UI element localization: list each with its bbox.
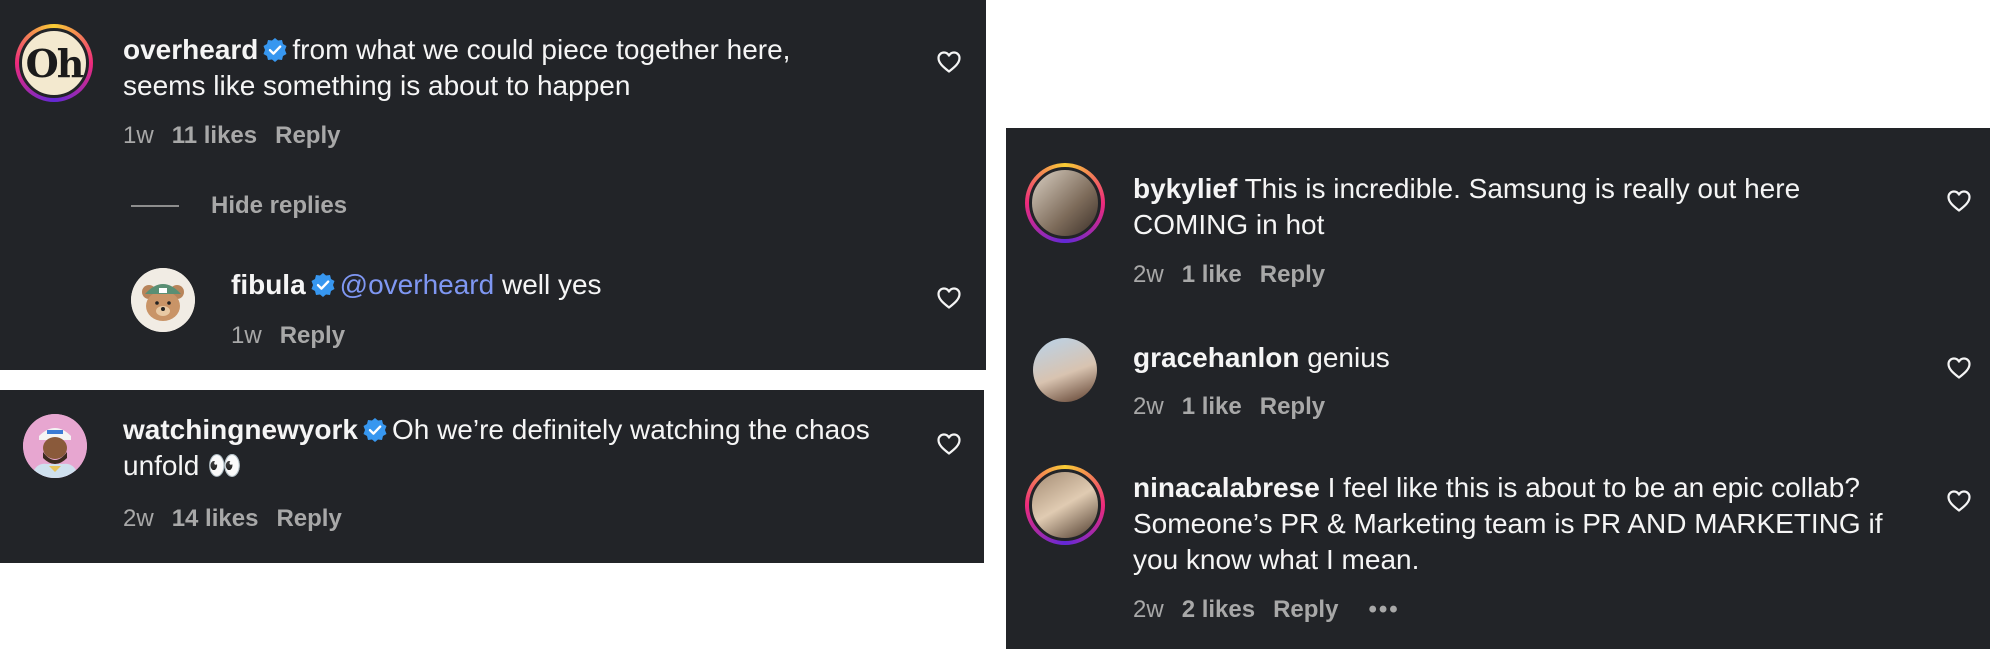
comment-body: gracehanlon genius [1133,340,1913,376]
reply-button[interactable]: Reply [1260,393,1325,420]
heart-outline-icon[interactable] [1947,357,1971,379]
likes-count[interactable]: 1 like [1182,393,1242,420]
heart-outline-icon[interactable] [937,287,961,309]
comment-text-line3: you know what I mean. [1133,544,1420,575]
reply-body: fibula @overheard well yes [231,267,911,303]
comment-list-right: bykylief This is incredible. Samsung is … [1006,128,1990,649]
comment-time: 1w [123,122,154,149]
comment-text-line2: COMING in hot [1133,209,1325,240]
reply-meta: 1w Reply [231,322,363,350]
heart-outline-icon[interactable] [1947,490,1971,512]
comment-meta: 2w 1 like Reply [1133,261,1343,289]
likes-count[interactable]: 11 likes [172,122,257,149]
comment-username[interactable]: bykylief [1133,173,1237,204]
comment-meta: 2w 1 like Reply [1133,393,1343,421]
comment-text-line2: Someone’s PR & Marketing team is PR AND … [1133,508,1883,539]
heart-outline-icon[interactable] [1947,190,1971,212]
divider-line [131,205,179,207]
comment-body: watchingnewyork Oh we’re definitely watch… [123,412,883,484]
bear-avatar-icon [131,268,195,332]
comment-time: 2w [1133,596,1164,623]
comment-text-line2: seems like something is about to happen [123,70,631,101]
reply-button[interactable]: Reply [275,122,340,149]
reply-button[interactable]: Reply [1260,261,1325,288]
avatar[interactable] [23,414,87,478]
comment-time: 2w [1133,261,1164,288]
mention-link[interactable]: @overheard [340,269,495,300]
comment-meta: 2w 14 likes Reply [123,505,360,533]
reply-button[interactable]: Reply [1273,596,1338,623]
reply-username[interactable]: fibula [231,269,306,300]
likes-count[interactable]: 2 likes [1182,596,1255,623]
comment-username[interactable]: overheard [123,34,258,65]
likes-count[interactable]: 1 like [1182,261,1242,288]
avatar[interactable] [1025,465,1105,545]
reply-button[interactable]: Reply [276,505,341,532]
hide-replies-button[interactable]: Hide replies [211,192,347,220]
avatar-logo-text: Oh [25,41,85,86]
comment-time: 2w [1133,393,1164,420]
comment-text-line2: unfold 👀 [123,450,242,481]
comment-body: ninacalabrese I feel like this is about … [1133,470,1933,578]
comment-text: genius [1307,342,1390,373]
verified-badge-icon [262,37,288,63]
comment-time: 2w [123,505,154,532]
comment-body: overheard from what we could piece togeth… [123,32,843,104]
avatar[interactable]: Oh [15,24,93,102]
comment-meta: 1w 11 likes Reply [123,122,358,150]
comment-text: from what we could piece together here, [292,34,791,65]
reply-time: 1w [231,322,262,349]
reply-button[interactable]: Reply [280,322,345,349]
comment-meta: 2w 2 likes Reply ••• [1133,596,1418,624]
reply-text: well yes [501,269,602,300]
verified-badge-icon [310,272,336,298]
more-options-button[interactable]: ••• [1368,596,1399,623]
character-avatar-icon [23,414,87,478]
comment-text: This is incredible. Samsung is really ou… [1244,173,1801,204]
avatar[interactable] [1033,338,1097,402]
comment-username[interactable]: gracehanlon [1133,342,1299,373]
avatar[interactable] [1025,163,1105,243]
heart-outline-icon[interactable] [937,51,961,73]
comment-text: I feel like this is about to be an epic … [1327,472,1860,503]
heart-outline-icon[interactable] [937,433,961,455]
comment-body: bykylief This is incredible. Samsung is … [1133,171,1913,243]
verified-badge-icon [362,417,388,443]
avatar[interactable] [131,268,195,332]
likes-count[interactable]: 14 likes [172,505,259,532]
comment-text: Oh we’re definitely watching the chaos [391,414,870,445]
comment-username[interactable]: ninacalabrese [1133,472,1320,503]
comment-thread-overheard: Oh overheard from what we could piece tog… [0,0,986,370]
comment-watchingnewyork: watchingnewyork Oh we’re definitely watch… [0,390,984,563]
comment-username[interactable]: watchingnewyork [123,414,358,445]
